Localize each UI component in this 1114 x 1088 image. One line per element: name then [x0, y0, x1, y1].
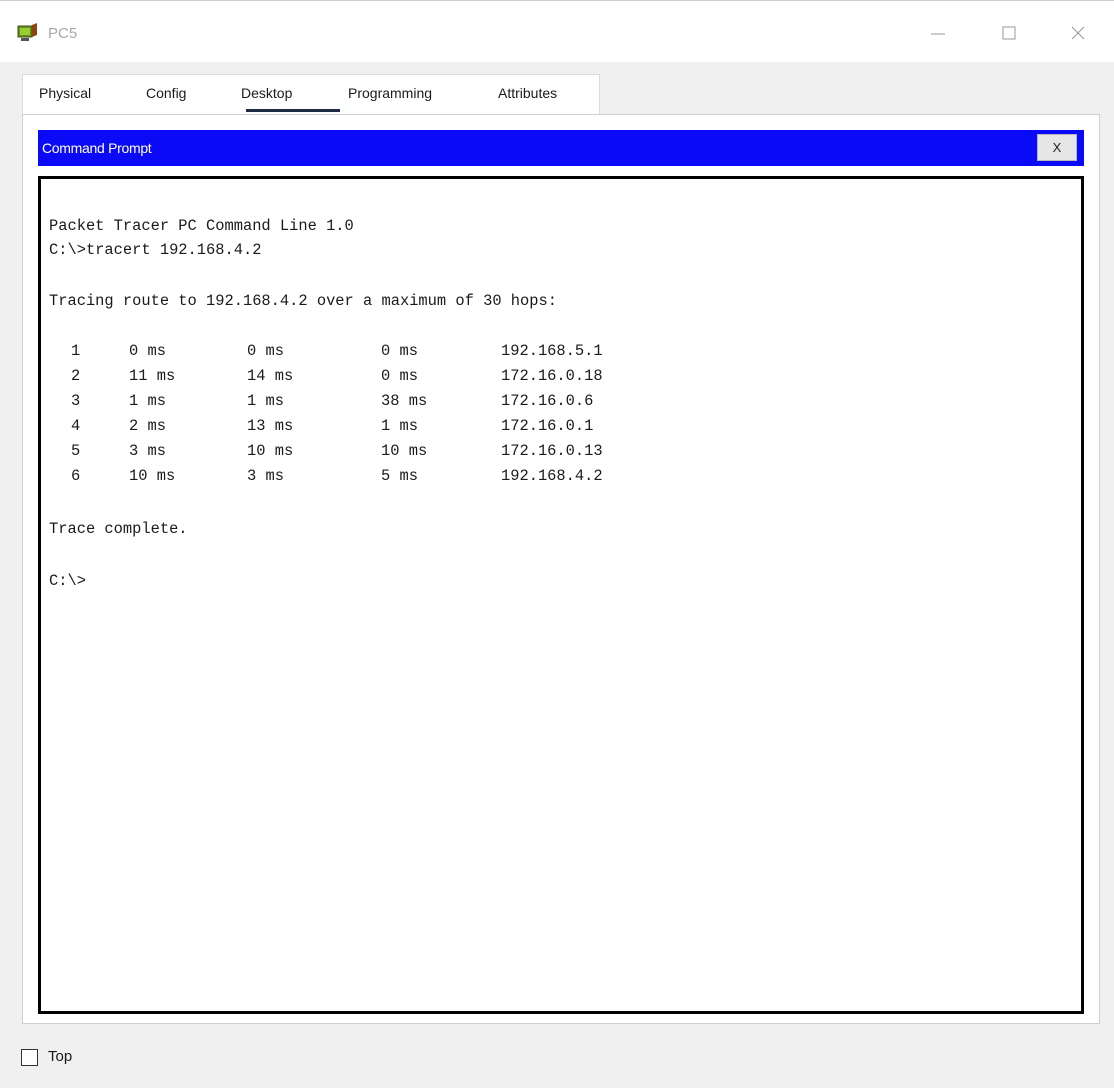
- hop-number: 4: [71, 417, 81, 435]
- hop-ip: 172.16.0.13: [501, 442, 603, 460]
- hop-time-1: 10 ms: [129, 467, 176, 485]
- hop-ip: 192.168.5.1: [501, 342, 603, 360]
- maximize-icon: [1002, 26, 1016, 40]
- terminal-output[interactable]: Packet Tracer PC Command Line 1.0 C:\>tr…: [38, 176, 1084, 1014]
- hop-time-2: 3 ms: [247, 467, 284, 485]
- hop-number: 6: [71, 467, 81, 485]
- hop-time-1: 0 ms: [129, 342, 166, 360]
- hop-time-3: 38 ms: [381, 392, 428, 410]
- hop-time-2: 1 ms: [247, 392, 284, 410]
- hop-time-2: 14 ms: [247, 367, 294, 385]
- terminal-complete-line: Trace complete.: [49, 520, 188, 538]
- hop-time-1: 3 ms: [129, 442, 166, 460]
- terminal-banner: Packet Tracer PC Command Line 1.0: [49, 217, 354, 235]
- hop-time-2: 0 ms: [247, 342, 284, 360]
- command-prompt-title: Command Prompt: [42, 140, 152, 156]
- hop-ip: 172.16.0.18: [501, 367, 603, 385]
- top-checkbox-label: Top: [48, 1048, 73, 1065]
- hop-time-3: 0 ms: [381, 342, 418, 360]
- hop-number: 2: [71, 367, 81, 385]
- active-tab-indicator: [246, 109, 340, 112]
- window-title: PC5: [48, 25, 78, 42]
- hop-time-1: 1 ms: [129, 392, 166, 410]
- hop-ip: 192.168.4.2: [501, 467, 603, 485]
- hop-time-2: 10 ms: [247, 442, 294, 460]
- hop-time-3: 5 ms: [381, 467, 418, 485]
- hop-time-1: 11 ms: [129, 367, 176, 385]
- command-prompt-header: Command Prompt X: [38, 130, 1084, 166]
- hop-ip: 172.16.0.1: [501, 417, 594, 435]
- pc-icon: [17, 23, 37, 41]
- tab-programming[interactable]: Programming: [348, 85, 432, 101]
- terminal-tracing-line: Tracing route to 192.168.4.2 over a maxi…: [49, 292, 557, 310]
- hop-time-3: 0 ms: [381, 367, 418, 385]
- hop-number: 1: [71, 342, 81, 360]
- minimize-icon: [931, 33, 945, 35]
- hop-time-3: 1 ms: [381, 417, 418, 435]
- tab-attributes[interactable]: Attributes: [498, 85, 557, 101]
- hop-time-1: 2 ms: [129, 417, 166, 435]
- hop-number: 3: [71, 392, 81, 410]
- close-window-button[interactable]: [1058, 15, 1098, 51]
- command-prompt-close-button[interactable]: X: [1037, 134, 1077, 161]
- top-checkbox[interactable]: [21, 1049, 38, 1066]
- close-icon: [1071, 26, 1085, 40]
- tab-config[interactable]: Config: [146, 85, 186, 101]
- minimize-button[interactable]: [918, 15, 958, 51]
- hop-ip: 172.16.0.6: [501, 392, 594, 410]
- terminal-command: C:\>tracert 192.168.4.2: [49, 241, 262, 259]
- terminal-prompt: C:\>: [49, 572, 86, 590]
- maximize-button[interactable]: [989, 15, 1029, 51]
- window-titlebar: PC5: [0, 0, 1114, 62]
- hop-time-2: 13 ms: [247, 417, 294, 435]
- hop-time-3: 10 ms: [381, 442, 428, 460]
- tab-physical[interactable]: Physical: [39, 85, 91, 101]
- hop-number: 5: [71, 442, 81, 460]
- tab-bar: Physical Config Desktop Programming Attr…: [22, 74, 600, 114]
- tab-desktop[interactable]: Desktop: [241, 85, 292, 101]
